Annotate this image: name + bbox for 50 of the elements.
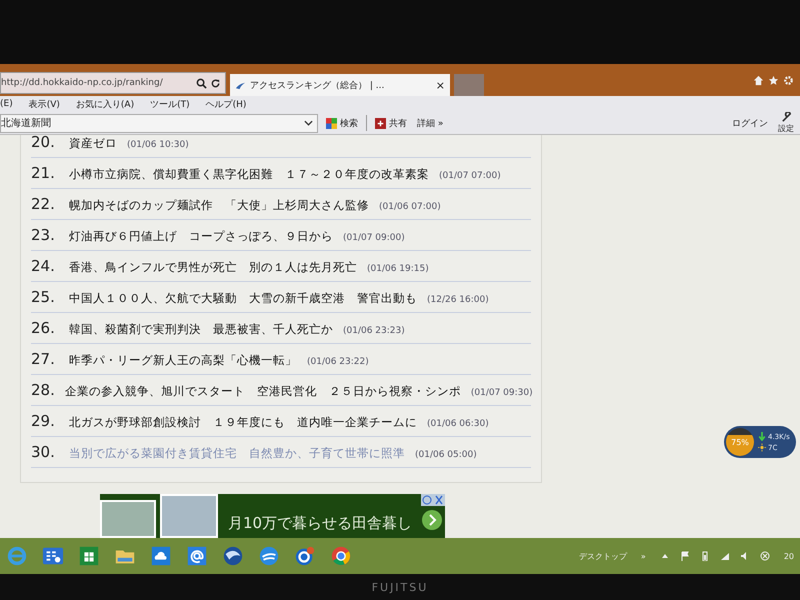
article-time: (01/06 05:00) [415, 449, 477, 462]
article-link[interactable]: 灯油再び６円値上げ コープさっぽろ、９日から [69, 221, 333, 251]
article-link[interactable]: 小樽市立病院、償却費重く黒字化困難 １７～２０年度の改革素案 [69, 159, 429, 189]
more-button[interactable]: 詳細 » [415, 116, 446, 130]
settings-button[interactable]: 設定 [776, 111, 796, 135]
article-time: (01/06 06:30) [427, 418, 489, 431]
article-time: (01/06 10:30) [127, 139, 189, 152]
article-link[interactable]: 昨季パ・リーグ新人王の高梨「心機一転」 [69, 345, 297, 375]
article-time: (01/07 07:00) [439, 170, 501, 183]
search-button[interactable]: 検索 [324, 116, 360, 130]
ad-banner[interactable]: 月10万で暮らせる田舎暮し [100, 494, 445, 538]
article-time: (12/26 16:00) [427, 294, 489, 307]
article-link[interactable]: 幌加内そばのカップ麺試作 「大使」上杉周大さん監修 [69, 190, 369, 220]
ad-text: 月10万で暮らせる田舎暮し [227, 514, 414, 534]
browser-tab[interactable]: アクセスランキング（総合） | ... × [230, 74, 450, 96]
favorites-field[interactable]: 北海道新聞 [0, 114, 318, 132]
login-button[interactable]: ログイン [730, 116, 770, 130]
menu-item[interactable]: 表示(V) [28, 98, 60, 110]
article-time: (01/06 19:15) [367, 263, 429, 276]
article-link[interactable]: 資産ゼロ [69, 135, 117, 158]
close-tab-button[interactable]: × [436, 78, 445, 92]
rank-number: 24. [31, 256, 56, 277]
article-time: (01/07 09:00) [343, 232, 405, 245]
rank-number: 29. [31, 411, 56, 432]
rank-number: 30. [31, 442, 56, 463]
rank-number: 28. [31, 380, 55, 401]
article-time: (01/07 09:30) [470, 387, 533, 400]
menu-item[interactable]: ヘルプ(H) [206, 98, 246, 110]
rank-number: 27. [31, 349, 56, 370]
article-link[interactable]: 企業の参入競争、旭川でスタート 空港民営化 ２５日から視察・シンポ [64, 376, 461, 406]
address-field[interactable]: http://dd.hokkaido-np.co.jp/ranking/ [0, 72, 226, 94]
laptop-logo: FUJITSU [372, 580, 428, 594]
share-button[interactable]: 共有 [373, 116, 409, 130]
article-time: (01/06 23:23) [343, 325, 405, 338]
rank-number: 21. [31, 163, 56, 184]
menu-item[interactable]: ツール(T) [150, 98, 190, 110]
battery-percent: 75% [731, 438, 749, 446]
article-link[interactable]: 北ガスが野球部創設検討 １９年度にも 道内唯一企業チームに [69, 407, 417, 437]
rank-number: 26. [31, 318, 56, 339]
rank-number: 23. [31, 225, 56, 246]
menu-item[interactable]: お気に入り(A) [76, 98, 134, 110]
article-link[interactable]: 韓国、殺菌剤で実刑判決 最悪被害、千人死亡か [69, 314, 333, 344]
article-time: (01/06 07:00) [379, 201, 441, 214]
article-link[interactable]: 香港、鳥インフルで男性が死亡 別の１人は先月死亡 [69, 252, 357, 282]
rank-number: 20. [31, 135, 56, 153]
rank-number: 22. [31, 194, 56, 215]
rank-number: 25. [31, 287, 56, 308]
menu-item[interactable]: (E) [0, 99, 13, 109]
article-link[interactable]: 中国人１００人、欠航で大騒動 大雪の新千歳空港 警官出動も [69, 283, 417, 313]
article-time: (01/06 23:22) [307, 356, 369, 369]
